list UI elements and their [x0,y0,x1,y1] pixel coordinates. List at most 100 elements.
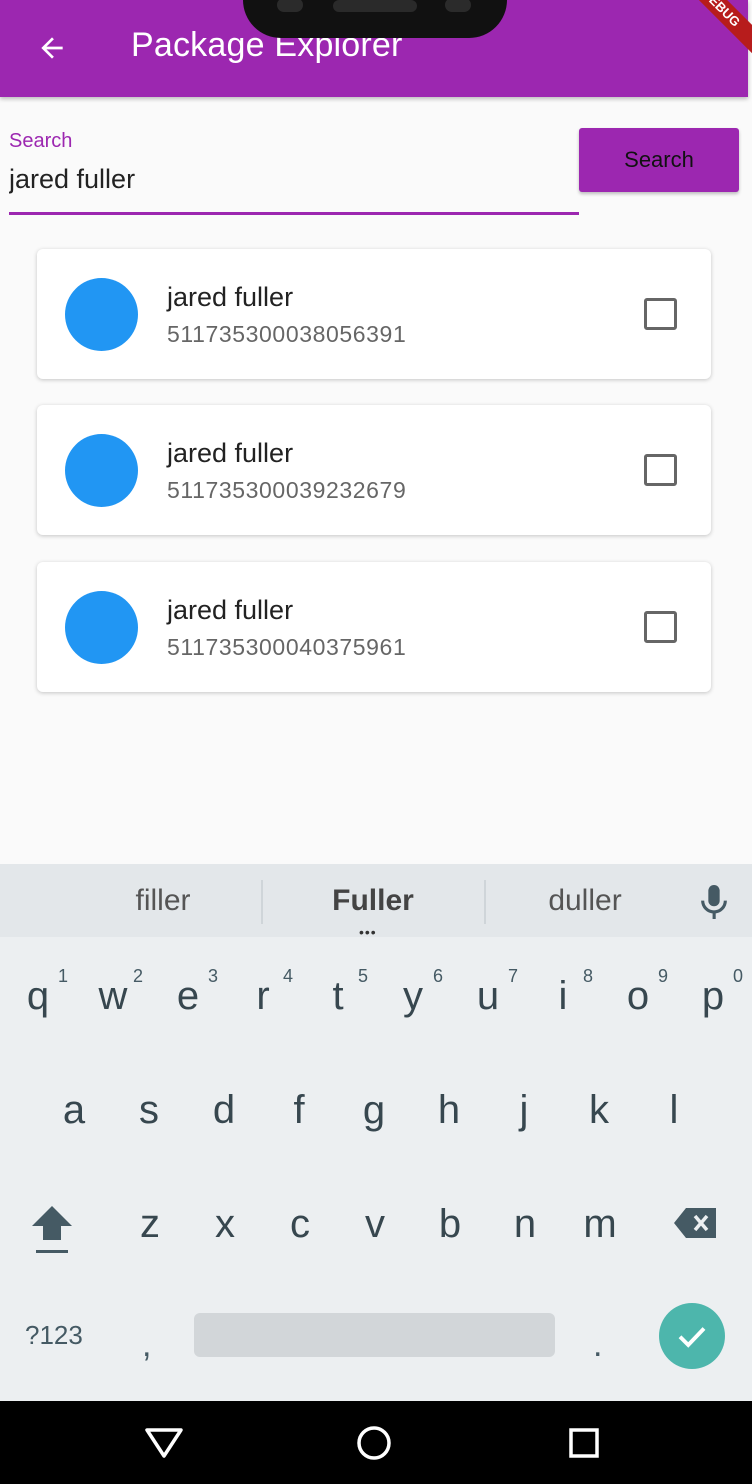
key-g[interactable]: g [342,1070,406,1150]
arrow-back-icon [41,37,63,59]
divider [261,880,263,924]
comma-key[interactable]: , [142,1326,151,1365]
suggestion-bar: filler Fuller ••• duller [0,864,752,940]
key-number-hint: 4 [282,966,293,986]
camera-icon [277,0,303,12]
key-z[interactable]: z [118,1184,182,1264]
key-number-hint: 8 [582,966,593,986]
key-y[interactable]: y6 [381,956,445,1036]
key-l[interactable]: l [642,1070,706,1150]
key-number-hint: 7 [507,966,518,986]
check-icon [678,1327,706,1348]
nav-home-button[interactable] [354,1423,394,1463]
key-j[interactable]: j [492,1070,556,1150]
key-label: c [290,1202,310,1246]
divider [484,880,486,924]
package-card[interactable]: jared fuller 511735300040375961 [37,562,711,692]
search-button[interactable]: Search [579,128,739,192]
space-key[interactable] [194,1313,555,1357]
period-key[interactable]: . [593,1326,602,1365]
key-o[interactable]: o9 [606,956,670,1036]
package-card[interactable]: jared fuller 511735300039232679 [37,405,711,535]
microphone-icon [701,885,727,919]
key-w[interactable]: w2 [81,956,145,1036]
key-label: l [669,1088,679,1132]
suggestion-item[interactable]: filler [88,884,238,918]
key-u[interactable]: u7 [456,956,520,1036]
key-label: z [140,1202,160,1246]
key-label: a [62,1088,86,1132]
search-label: Search [9,130,73,152]
key-label: b [438,1202,462,1246]
key-label: h [437,1088,461,1132]
key-label: j [519,1088,529,1132]
more-icon: ••• [359,924,377,940]
app-bar: Package Explorer DEBUG [0,0,752,97]
symbols-key[interactable]: ?123 [25,1320,83,1351]
key-k[interactable]: k [567,1070,631,1150]
avatar [65,278,138,351]
system-nav-bar [0,1401,752,1484]
suggestion-item[interactable]: duller [510,884,660,918]
key-x[interactable]: x [193,1184,257,1264]
avatar [65,434,138,507]
key-number-hint: 2 [132,966,143,986]
key-number-hint: 1 [57,966,68,986]
back-button[interactable] [30,26,74,70]
key-label: k [589,1088,609,1132]
key-r[interactable]: r4 [231,956,295,1036]
package-name: jared fuller [167,282,294,312]
key-label: m [583,1202,617,1246]
key-v[interactable]: v [343,1184,407,1264]
nav-recents-button[interactable] [564,1423,604,1463]
backspace-icon [674,1208,716,1238]
square-recents-icon [569,1428,599,1458]
speaker-grille [333,0,417,12]
debug-banner: DEBUG [675,0,752,54]
camera-notch [243,0,507,38]
key-c[interactable]: c [268,1184,332,1264]
package-checkbox[interactable] [644,454,677,486]
package-checkbox[interactable] [644,611,677,643]
soft-keyboard: filler Fuller ••• duller q1w2e3r4t5y6u7i… [0,864,752,1401]
key-h[interactable]: h [417,1070,481,1150]
package-checkbox[interactable] [644,298,677,330]
shift-key[interactable] [20,1184,84,1264]
key-i[interactable]: i8 [531,956,595,1036]
package-card[interactable]: jared fuller 511735300038056391 [37,249,711,379]
key-n[interactable]: n [493,1184,557,1264]
key-t[interactable]: t5 [306,956,370,1036]
key-d[interactable]: d [192,1070,256,1150]
search-field[interactable]: Search [9,125,579,217]
package-name: jared fuller [167,595,294,625]
key-a[interactable]: a [42,1070,106,1150]
key-f[interactable]: f [267,1070,331,1150]
key-label: n [513,1202,537,1246]
suggestion-item[interactable]: Fuller [298,884,448,918]
package-id: 511735300038056391 [167,321,407,347]
key-label: x [215,1202,235,1246]
shift-icon [32,1206,72,1253]
circle-home-icon [357,1426,391,1460]
key-label: d [212,1088,236,1132]
key-m[interactable]: m [568,1184,632,1264]
nav-back-button[interactable] [144,1423,184,1463]
key-p[interactable]: p0 [681,956,745,1036]
key-number-hint: 3 [207,966,218,986]
mic-button[interactable] [697,882,731,922]
key-label: s [139,1088,159,1132]
search-input[interactable] [9,159,579,199]
package-id: 511735300039232679 [167,477,407,503]
enter-key[interactable] [659,1303,725,1369]
backspace-key[interactable] [664,1184,728,1264]
key-label: g [362,1088,386,1132]
key-label: v [365,1202,385,1246]
key-q[interactable]: q1 [6,956,70,1036]
key-number-hint: 5 [357,966,368,986]
key-e[interactable]: e3 [156,956,220,1036]
key-b[interactable]: b [418,1184,482,1264]
key-s[interactable]: s [117,1070,181,1150]
sensor-icon [445,0,471,12]
avatar [65,591,138,664]
key-number-hint: 0 [732,966,743,986]
